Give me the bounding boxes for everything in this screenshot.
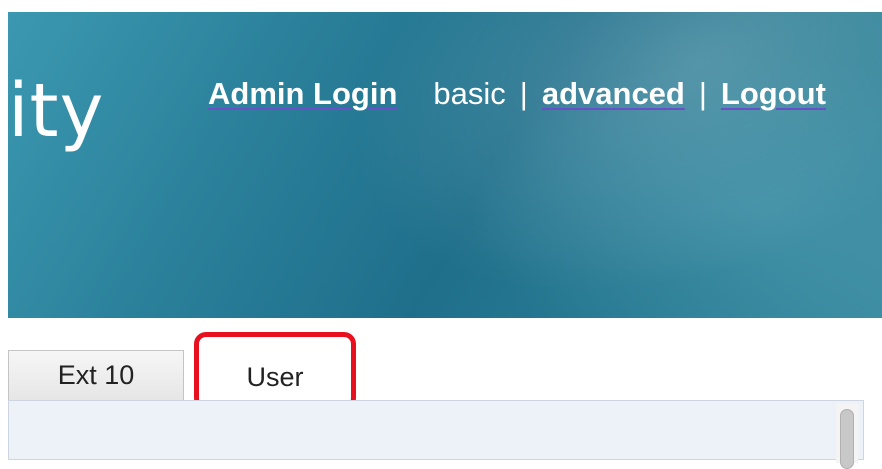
basic-view-label: basic (433, 76, 506, 111)
content-panel (8, 400, 864, 460)
admin-login-link[interactable]: Admin Login (208, 76, 397, 111)
tab-user[interactable]: User (194, 332, 356, 410)
top-strip (0, 0, 882, 12)
tab-bar: Ext 10 User (0, 318, 882, 410)
header-nav: Admin Login basic | advanced | Logout (208, 78, 826, 109)
scrollbar-thumb[interactable] (840, 409, 854, 469)
tab-ext-10[interactable]: Ext 10 (8, 350, 184, 400)
nav-separator: | (698, 76, 707, 111)
brand-title: ity (8, 68, 105, 154)
vertical-scrollbar[interactable] (836, 403, 858, 469)
header-banner: ity Admin Login basic | advanced | Logout (8, 12, 882, 318)
advanced-view-link[interactable]: advanced (542, 76, 685, 111)
logout-link[interactable]: Logout (721, 76, 826, 111)
nav-separator: | (519, 76, 528, 111)
